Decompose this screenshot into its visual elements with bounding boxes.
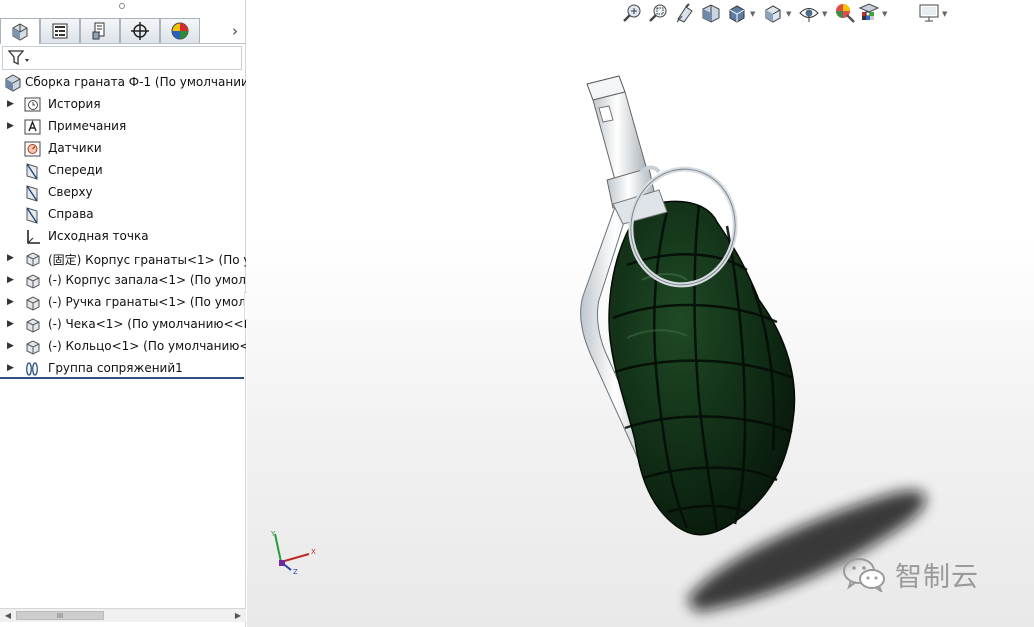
history-icon (24, 96, 42, 114)
part-icon (24, 250, 42, 268)
tree-item-origin[interactable]: Исходная точка (0, 225, 246, 247)
tree-item-front-plane[interactable]: Спереди (0, 159, 246, 181)
scroll-left-icon[interactable]: ◀ (2, 610, 14, 622)
tree-item-annotations[interactable]: ▶ Примечания (0, 115, 246, 137)
horizontal-scrollbar[interactable]: ◀ III ▶ (0, 608, 246, 622)
tree-item-mates[interactable]: ▶ Группа сопряжений1 (0, 357, 246, 379)
sensors-icon (24, 140, 42, 158)
expand-arrow-icon[interactable]: ▶ (7, 120, 15, 132)
expand-arrow-icon[interactable]: ▶ (7, 340, 15, 352)
expand-arrow-icon[interactable]: ▶ (7, 296, 15, 308)
appearance-tab-icon (171, 22, 189, 40)
tree-item-label: Спереди (48, 163, 103, 177)
tree-item-part[interactable]: ▶ (固定) Корпус гранаты<1> (По ум (0, 247, 246, 269)
tree-item-label: (-) Корпус запала<1> (По умолч (48, 273, 246, 287)
origin-icon (24, 228, 42, 246)
configuration-tab-icon (92, 22, 105, 40)
feature-manager-panel: › Сборка граната Ф-1 (По умолчании ▶ Ист… (0, 0, 246, 627)
annotations-icon (24, 118, 42, 136)
scroll-right-icon[interactable]: ▶ (232, 610, 244, 622)
funnel-icon[interactable] (7, 49, 31, 70)
y-axis-label: Y (270, 530, 276, 538)
tree-item-label: (固定) Корпус гранаты<1> (По ум (48, 253, 246, 267)
assembly-icon (4, 74, 22, 92)
tree-root-label: Сборка граната Ф-1 (По умолчании (25, 75, 246, 89)
tab-property-manager[interactable] (40, 18, 80, 43)
watermark-text: 智制云 (895, 561, 979, 593)
tree-item-label: Исходная точка (48, 229, 149, 243)
tree-item-label: Справа (48, 207, 94, 221)
tab-feature-manager[interactable] (0, 18, 40, 44)
tab-dim-xpert[interactable] (120, 18, 160, 43)
plane-icon (24, 184, 42, 202)
part-icon (24, 272, 42, 290)
tree-item-top-plane[interactable]: Сверху (0, 181, 246, 203)
plane-icon (24, 206, 42, 224)
part-icon (24, 294, 42, 312)
tree-item-label: (-) Кольцо<1> (По умолчанию< (48, 339, 246, 353)
tree-item-label: (-) Чека<1> (По умолчанию<<П (48, 317, 246, 331)
expand-arrow-icon[interactable]: ▶ (7, 318, 15, 330)
axis-triad: Y X Z (270, 530, 316, 576)
expand-arrow-icon[interactable]: ▶ (7, 362, 15, 374)
graphics-viewport[interactable]: ▼ ▼ ▼ ▼ ▼ Y X Z 智制云 (247, 0, 1034, 627)
expand-arrow-icon[interactable]: ▶ (7, 252, 15, 264)
tree-filter[interactable] (2, 46, 242, 70)
tree-item-label: Датчики (48, 141, 102, 155)
expand-arrow-icon[interactable]: ▶ (7, 98, 15, 110)
part-icon (24, 316, 42, 334)
fuse-body (586, 75, 668, 225)
tree-item-label: История (48, 97, 101, 111)
tab-configuration-manager[interactable] (80, 18, 120, 43)
expand-arrow-icon[interactable]: ▶ (7, 274, 15, 286)
watermark: 智制云 (841, 556, 979, 593)
tree-item-right-plane[interactable]: Справа (0, 203, 246, 225)
tree-item-label: (-) Ручка гранаты<1> (По умолч (48, 295, 246, 309)
scrollbar-thumb[interactable]: III (16, 611, 104, 620)
tree-root[interactable]: Сборка граната Ф-1 (По умолчании (0, 71, 246, 93)
tab-scroll-right-button[interactable]: › (226, 22, 244, 40)
tree-item-sensors[interactable]: Датчики (0, 137, 246, 159)
tree-item-history[interactable]: ▶ История (0, 93, 246, 115)
assembly-tab-icon (12, 22, 28, 41)
tree-item-part[interactable]: ▶ (-) Корпус запала<1> (По умолч (0, 269, 246, 291)
tree-item-part[interactable]: ▶ (-) Чека<1> (По умолчанию<<П (0, 313, 246, 335)
x-axis-label: X (311, 548, 316, 556)
tree-item-label: Сверху (48, 185, 93, 199)
tree-item-part[interactable]: ▶ (-) Кольцо<1> (По умолчанию< (0, 335, 246, 357)
tree-end-divider (0, 377, 244, 379)
property-tab-icon (52, 23, 68, 39)
z-axis-label: Z (293, 568, 298, 576)
grenade-assembly-model[interactable] (247, 0, 1034, 627)
tree-item-part[interactable]: ▶ (-) Ручка гранаты<1> (По умолч (0, 291, 246, 313)
mates-icon (24, 360, 42, 378)
crosshair-tab-icon (131, 22, 149, 40)
tab-display-manager[interactable] (160, 18, 200, 43)
wechat-icon (843, 558, 885, 592)
tree-item-label: Группа сопряжений1 (48, 361, 183, 375)
tree-item-label: Примечания (48, 119, 127, 133)
panel-resize-grip[interactable] (0, 0, 246, 14)
part-icon (24, 338, 42, 356)
plane-icon (24, 162, 42, 180)
manager-tab-strip: › (0, 16, 246, 44)
